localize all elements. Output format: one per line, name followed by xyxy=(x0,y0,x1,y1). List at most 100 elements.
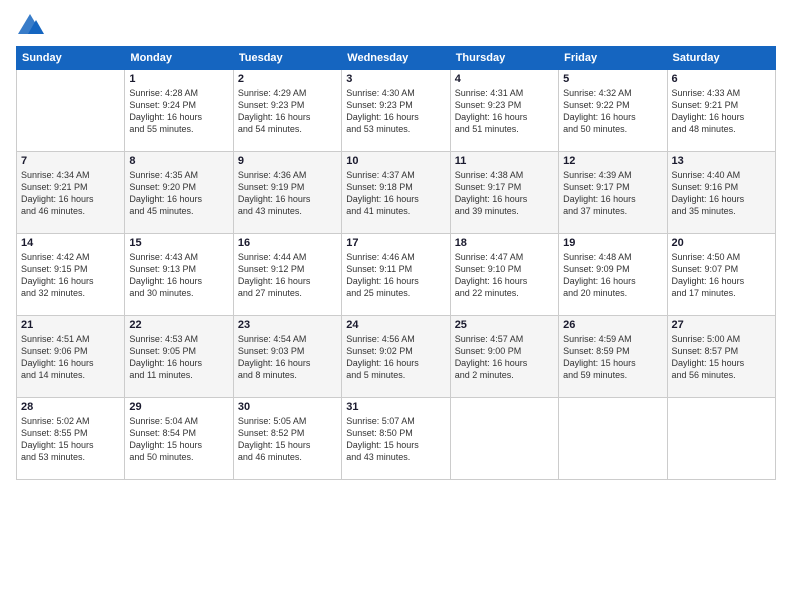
calendar-week-2: 7 Sunrise: 4:34 AM Sunset: 9:21 PM Daylig… xyxy=(17,152,776,234)
day-number: 16 xyxy=(238,237,337,249)
day-info: Sunrise: 4:35 AM Sunset: 9:20 PM Dayligh… xyxy=(129,169,228,218)
calendar-cell: 3 Sunrise: 4:30 AM Sunset: 9:23 PM Daylig… xyxy=(342,70,450,152)
calendar-week-1: 1Sunrise: 4:28 AM Sunset: 9:24 PM Daylig… xyxy=(17,70,776,152)
calendar-cell: 25 Sunrise: 4:57 AM Sunset: 9:00 PM Dayli… xyxy=(450,316,558,398)
calendar-header-row: SundayMondayTuesdayWednesdayThursdayFrid… xyxy=(17,47,776,70)
calendar-week-5: 28 Sunrise: 5:02 AM Sunset: 8:55 PM Dayli… xyxy=(17,398,776,480)
calendar-week-4: 21Sunrise: 4:51 AM Sunset: 9:06 PM Dayli… xyxy=(17,316,776,398)
day-info: Sunrise: 5:00 AM Sunset: 8:57 PM Dayligh… xyxy=(672,333,771,382)
calendar-cell: 10 Sunrise: 4:37 AM Sunset: 9:18 PM Dayli… xyxy=(342,152,450,234)
page: SundayMondayTuesdayWednesdayThursdayFrid… xyxy=(0,0,792,612)
day-number: 22 xyxy=(129,319,228,331)
day-info: Sunrise: 4:57 AM Sunset: 9:00 PM Dayligh… xyxy=(455,333,554,382)
calendar-cell: 11 Sunrise: 4:38 AM Sunset: 9:17 PM Dayli… xyxy=(450,152,558,234)
day-number: 3 xyxy=(346,73,445,85)
day-info: Sunrise: 5:02 AM Sunset: 8:55 PM Dayligh… xyxy=(21,415,120,464)
day-info: Sunrise: 4:34 AM Sunset: 9:21 PM Dayligh… xyxy=(21,169,120,218)
day-info: Sunrise: 4:42 AM Sunset: 9:15 PM Dayligh… xyxy=(21,251,120,300)
calendar-cell xyxy=(667,398,775,480)
day-number: 30 xyxy=(238,401,337,413)
calendar-cell: 2 Sunrise: 4:29 AM Sunset: 9:23 PM Daylig… xyxy=(233,70,341,152)
day-info: Sunrise: 4:31 AM Sunset: 9:23 PM Dayligh… xyxy=(455,87,554,136)
day-info: Sunrise: 4:46 AM Sunset: 9:11 PM Dayligh… xyxy=(346,251,445,300)
day-number: 23 xyxy=(238,319,337,331)
day-info: Sunrise: 4:36 AM Sunset: 9:19 PM Dayligh… xyxy=(238,169,337,218)
day-info: Sunrise: 4:43 AM Sunset: 9:13 PM Dayligh… xyxy=(129,251,228,300)
col-header-sunday: Sunday xyxy=(17,47,125,70)
day-number: 10 xyxy=(346,155,445,167)
day-number: 7 xyxy=(21,155,120,167)
calendar-cell: 30 Sunrise: 5:05 AM Sunset: 8:52 PM Dayli… xyxy=(233,398,341,480)
calendar-cell: 28 Sunrise: 5:02 AM Sunset: 8:55 PM Dayli… xyxy=(17,398,125,480)
day-info: Sunrise: 4:47 AM Sunset: 9:10 PM Dayligh… xyxy=(455,251,554,300)
day-info: Sunrise: 4:59 AM Sunset: 8:59 PM Dayligh… xyxy=(563,333,662,382)
day-number: 14 xyxy=(21,237,120,249)
day-number: 13 xyxy=(672,155,771,167)
calendar-cell: 1Sunrise: 4:28 AM Sunset: 9:24 PM Daylig… xyxy=(125,70,233,152)
calendar-cell: 23 Sunrise: 4:54 AM Sunset: 9:03 PM Dayli… xyxy=(233,316,341,398)
calendar-cell: 31 Sunrise: 5:07 AM Sunset: 8:50 PM Dayli… xyxy=(342,398,450,480)
day-info: Sunrise: 4:53 AM Sunset: 9:05 PM Dayligh… xyxy=(129,333,228,382)
col-header-saturday: Saturday xyxy=(667,47,775,70)
day-info: Sunrise: 5:07 AM Sunset: 8:50 PM Dayligh… xyxy=(346,415,445,464)
day-number: 12 xyxy=(563,155,662,167)
calendar-cell: 8Sunrise: 4:35 AM Sunset: 9:20 PM Daylig… xyxy=(125,152,233,234)
day-info: Sunrise: 4:37 AM Sunset: 9:18 PM Dayligh… xyxy=(346,169,445,218)
day-number: 17 xyxy=(346,237,445,249)
calendar-cell: 16Sunrise: 4:44 AM Sunset: 9:12 PM Dayli… xyxy=(233,234,341,316)
day-number: 15 xyxy=(129,237,228,249)
day-info: Sunrise: 4:39 AM Sunset: 9:17 PM Dayligh… xyxy=(563,169,662,218)
calendar-cell: 13 Sunrise: 4:40 AM Sunset: 9:16 PM Dayli… xyxy=(667,152,775,234)
day-info: Sunrise: 4:50 AM Sunset: 9:07 PM Dayligh… xyxy=(672,251,771,300)
day-number: 20 xyxy=(672,237,771,249)
calendar-cell xyxy=(559,398,667,480)
col-header-tuesday: Tuesday xyxy=(233,47,341,70)
calendar-cell: 6Sunrise: 4:33 AM Sunset: 9:21 PM Daylig… xyxy=(667,70,775,152)
col-header-monday: Monday xyxy=(125,47,233,70)
calendar-cell: 29 Sunrise: 5:04 AM Sunset: 8:54 PM Dayli… xyxy=(125,398,233,480)
logo xyxy=(16,12,48,40)
calendar-cell: 24Sunrise: 4:56 AM Sunset: 9:02 PM Dayli… xyxy=(342,316,450,398)
day-number: 24 xyxy=(346,319,445,331)
day-info: Sunrise: 4:40 AM Sunset: 9:16 PM Dayligh… xyxy=(672,169,771,218)
day-info: Sunrise: 4:32 AM Sunset: 9:22 PM Dayligh… xyxy=(563,87,662,136)
day-info: Sunrise: 4:38 AM Sunset: 9:17 PM Dayligh… xyxy=(455,169,554,218)
day-number: 18 xyxy=(455,237,554,249)
calendar-cell: 19Sunrise: 4:48 AM Sunset: 9:09 PM Dayli… xyxy=(559,234,667,316)
calendar-cell: 5Sunrise: 4:32 AM Sunset: 9:22 PM Daylig… xyxy=(559,70,667,152)
calendar-cell: 22 Sunrise: 4:53 AM Sunset: 9:05 PM Dayli… xyxy=(125,316,233,398)
calendar-cell: 12 Sunrise: 4:39 AM Sunset: 9:17 PM Dayli… xyxy=(559,152,667,234)
day-number: 28 xyxy=(21,401,120,413)
calendar-cell: 7 Sunrise: 4:34 AM Sunset: 9:21 PM Daylig… xyxy=(17,152,125,234)
day-number: 31 xyxy=(346,401,445,413)
day-info: Sunrise: 4:54 AM Sunset: 9:03 PM Dayligh… xyxy=(238,333,337,382)
logo-icon xyxy=(16,12,44,40)
day-number: 1 xyxy=(129,73,228,85)
col-header-thursday: Thursday xyxy=(450,47,558,70)
calendar-cell: 14 Sunrise: 4:42 AM Sunset: 9:15 PM Dayli… xyxy=(17,234,125,316)
calendar-cell: 20 Sunrise: 4:50 AM Sunset: 9:07 PM Dayli… xyxy=(667,234,775,316)
calendar-cell xyxy=(17,70,125,152)
calendar-cell: 15 Sunrise: 4:43 AM Sunset: 9:13 PM Dayli… xyxy=(125,234,233,316)
day-number: 9 xyxy=(238,155,337,167)
day-info: Sunrise: 5:04 AM Sunset: 8:54 PM Dayligh… xyxy=(129,415,228,464)
day-number: 25 xyxy=(455,319,554,331)
calendar-cell xyxy=(450,398,558,480)
calendar-cell: 4 Sunrise: 4:31 AM Sunset: 9:23 PM Daylig… xyxy=(450,70,558,152)
day-info: Sunrise: 4:30 AM Sunset: 9:23 PM Dayligh… xyxy=(346,87,445,136)
calendar-week-3: 14 Sunrise: 4:42 AM Sunset: 9:15 PM Dayli… xyxy=(17,234,776,316)
day-number: 19 xyxy=(563,237,662,249)
day-info: Sunrise: 4:33 AM Sunset: 9:21 PM Dayligh… xyxy=(672,87,771,136)
calendar-cell: 27Sunrise: 5:00 AM Sunset: 8:57 PM Dayli… xyxy=(667,316,775,398)
day-info: Sunrise: 5:05 AM Sunset: 8:52 PM Dayligh… xyxy=(238,415,337,464)
calendar-cell: 9 Sunrise: 4:36 AM Sunset: 9:19 PM Daylig… xyxy=(233,152,341,234)
day-number: 11 xyxy=(455,155,554,167)
day-number: 2 xyxy=(238,73,337,85)
calendar-cell: 21Sunrise: 4:51 AM Sunset: 9:06 PM Dayli… xyxy=(17,316,125,398)
day-info: Sunrise: 4:29 AM Sunset: 9:23 PM Dayligh… xyxy=(238,87,337,136)
col-header-friday: Friday xyxy=(559,47,667,70)
day-number: 4 xyxy=(455,73,554,85)
day-info: Sunrise: 4:51 AM Sunset: 9:06 PM Dayligh… xyxy=(21,333,120,382)
day-number: 29 xyxy=(129,401,228,413)
header xyxy=(16,12,776,40)
